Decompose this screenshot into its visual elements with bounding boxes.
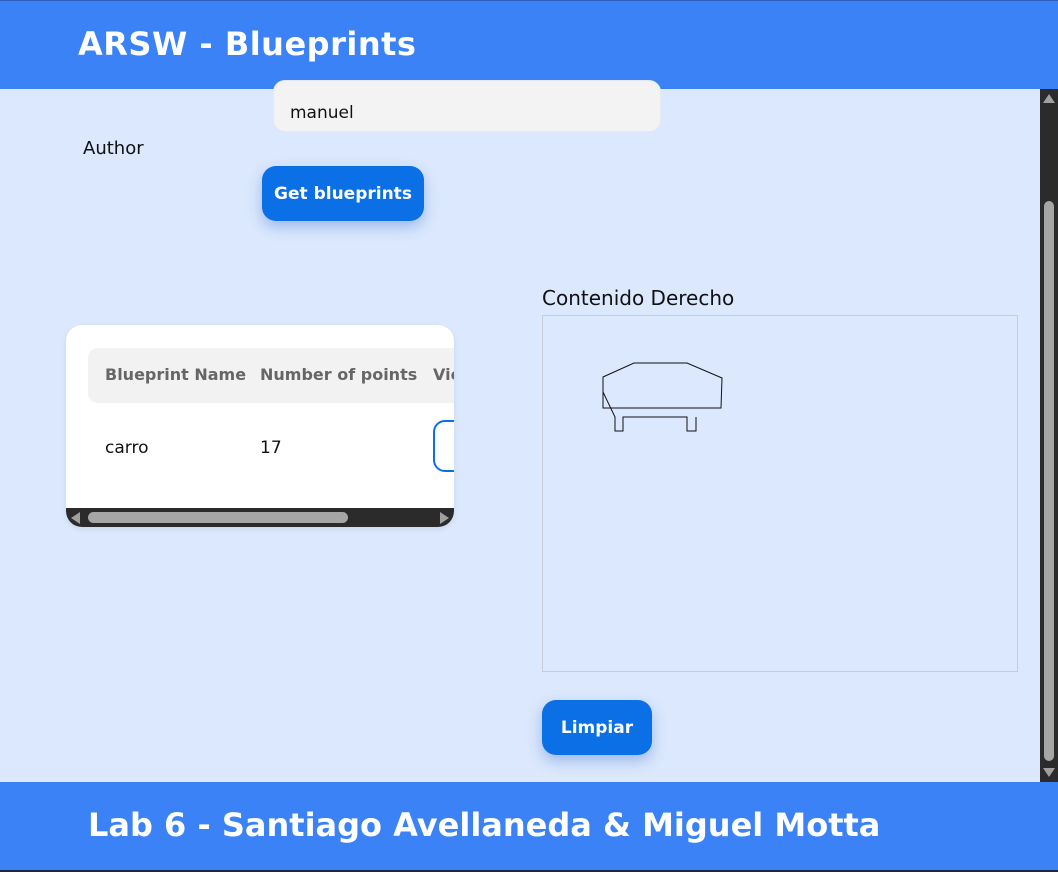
scroll-thumb[interactable] [1044,201,1054,761]
scroll-left-arrow-icon[interactable] [71,512,80,524]
right-panel-title: Contenido Derecho [542,286,735,310]
points-cell: 17 [260,438,282,458]
scroll-down-arrow-icon[interactable] [1043,768,1055,777]
scroll-up-arrow-icon[interactable] [1043,94,1055,103]
page-vertical-scrollbar[interactable] [1040,89,1058,782]
clear-button[interactable]: Limpiar [542,700,652,755]
column-header-name: Blueprint Name [105,365,247,384]
table-header: Blueprint Name Number of points Vie [88,348,454,403]
table-horizontal-scrollbar[interactable] [66,508,454,527]
footer-text: Lab 6 - Santiago Avellaneda & Miguel Mot… [88,806,881,844]
scroll-thumb[interactable] [88,512,348,523]
blueprint-polyline [602,362,723,432]
column-header-points: Number of points [260,365,418,384]
column-header-view: Vie [433,365,454,384]
get-blueprints-button[interactable]: Get blueprints [262,166,424,221]
blueprints-table: Blueprint Name Number of points Vie carr… [66,325,454,527]
app-header: ARSW - Blueprints [0,0,1058,89]
scroll-right-arrow-icon[interactable] [440,512,449,524]
blueprint-canvas[interactable] [542,315,1018,672]
author-input[interactable] [273,80,661,132]
author-label: Author [83,138,144,159]
app-title: ARSW - Blueprints [78,25,417,63]
blueprint-drawing [602,362,723,432]
blueprint-name-cell: carro [105,438,149,458]
view-blueprint-button[interactable] [433,420,454,472]
app-footer: Lab 6 - Santiago Avellaneda & Miguel Mot… [0,782,1058,872]
